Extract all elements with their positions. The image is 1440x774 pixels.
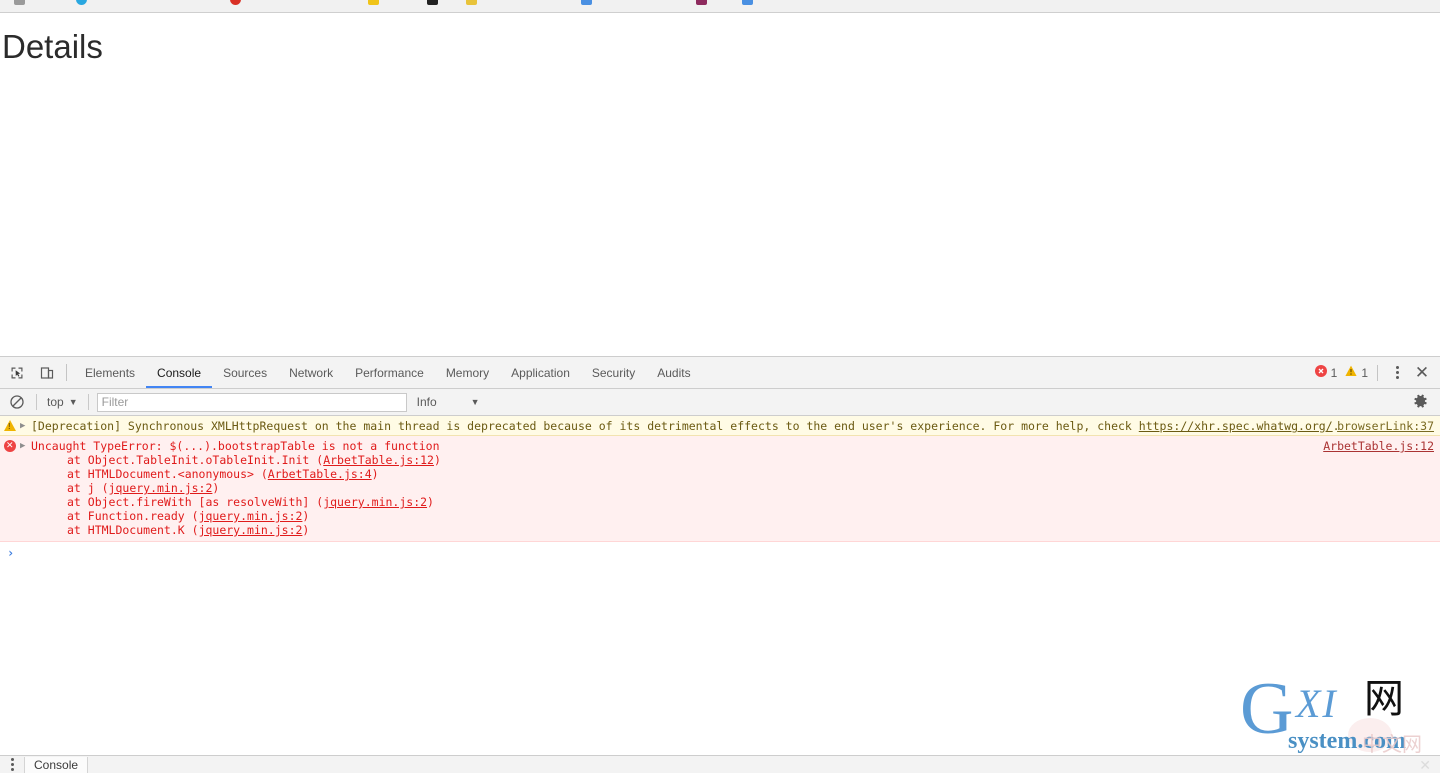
tab-elements[interactable]: Elements xyxy=(74,358,146,388)
console-message-warning[interactable]: ▶ [Deprecation] Synchronous XMLHttpReque… xyxy=(0,416,1440,436)
error-message-body: Uncaught TypeError: $(...).bootstrapTabl… xyxy=(31,438,1440,537)
stack-frame-fn: at HTMLDocument.<anonymous> ( xyxy=(67,467,268,481)
bookmark-icon-1[interactable] xyxy=(14,0,25,5)
error-count-value: 1 xyxy=(1330,365,1338,380)
devtools-panel: Elements Console Sources Network Perform… xyxy=(0,356,1440,756)
warning-icon xyxy=(1345,365,1357,380)
drawer-close-icon[interactable]: ✕ xyxy=(1419,758,1431,772)
error-icon xyxy=(1314,365,1327,380)
clear-console-icon[interactable] xyxy=(4,391,30,413)
close-icon[interactable]: ✕ xyxy=(1410,361,1434,385)
error-icon xyxy=(0,438,20,452)
stack-frame-fn: at j ( xyxy=(67,481,109,495)
warning-message-text: [Deprecation] Synchronous XMLHttpRequest… xyxy=(31,419,1440,433)
toolbar-divider-1 xyxy=(36,394,37,410)
tab-network[interactable]: Network xyxy=(278,358,344,388)
log-level-select[interactable]: Info ▼ xyxy=(417,395,480,409)
tab-audits[interactable]: Audits xyxy=(646,358,701,388)
warning-text-before-link: [Deprecation] Synchronous XMLHttpRequest… xyxy=(31,419,1139,433)
console-toolbar: top ▼ Info ▼ xyxy=(0,389,1440,416)
stack-frame-close: ) xyxy=(212,481,220,495)
gear-icon[interactable] xyxy=(1411,392,1430,411)
stack-frame-close: ) xyxy=(302,523,310,537)
bookmark-icon-5[interactable] xyxy=(427,0,438,5)
tab-security[interactable]: Security xyxy=(581,358,646,388)
stack-frame-fn: at Object.TableInit.oTableInit.Init ( xyxy=(67,453,324,467)
expand-arrow-icon[interactable]: ▶ xyxy=(20,418,31,432)
log-level-value: Info xyxy=(416,395,437,409)
toolbar-divider-2 xyxy=(87,394,89,410)
warning-icon xyxy=(0,418,20,431)
stack-frame-close: ) xyxy=(371,467,379,481)
device-toolbar-icon[interactable] xyxy=(34,361,60,385)
drawer-tab-console[interactable]: Console xyxy=(24,756,89,773)
tab-console[interactable]: Console xyxy=(146,358,212,388)
bookmark-icon-3[interactable] xyxy=(230,0,241,5)
more-options-icon[interactable] xyxy=(1386,361,1408,385)
bookmark-icon-6[interactable] xyxy=(466,0,477,5)
warning-spec-link[interactable]: https://xhr.spec.whatwg.org/ xyxy=(1139,419,1333,433)
tab-application[interactable]: Application xyxy=(500,358,581,388)
error-message-text: Uncaught TypeError: $(...).bootstrapTabl… xyxy=(31,439,440,453)
stack-frame: at Object.fireWith [as resolveWith] (jqu… xyxy=(31,495,1440,509)
tab-memory[interactable]: Memory xyxy=(435,358,500,388)
execution-context-value: top xyxy=(47,395,64,409)
drawer-more-options-icon[interactable] xyxy=(0,756,24,773)
bookmark-icon-4[interactable] xyxy=(368,0,379,5)
stack-frame-fn: at Function.ready ( xyxy=(67,509,199,523)
bookmark-icon-2[interactable] xyxy=(76,0,87,5)
chevron-down-icon-level: ▼ xyxy=(470,397,480,407)
stack-frame-location[interactable]: ArbetTable.js:12 xyxy=(323,453,434,467)
tab-performance[interactable]: Performance xyxy=(344,358,435,388)
chevron-down-icon: ▼ xyxy=(68,397,78,407)
error-count-badge[interactable]: 1 xyxy=(1312,365,1341,380)
devtools-tabbar: Elements Console Sources Network Perform… xyxy=(0,357,1440,389)
stack-frame-fn: at Object.fireWith [as resolveWith] ( xyxy=(67,495,324,509)
warning-source-link[interactable]: browserLink:37 xyxy=(1337,419,1434,433)
console-message-error[interactable]: ▶ Uncaught TypeError: $(...).bootstrapTa… xyxy=(0,436,1440,542)
bookmark-icon-9[interactable] xyxy=(742,0,753,5)
stack-frame: at HTMLDocument.<anonymous> (ArbetTable.… xyxy=(31,467,1440,481)
bookmark-icon-7[interactable] xyxy=(581,0,592,5)
stack-frame-location[interactable]: jquery.min.js:2 xyxy=(109,481,213,495)
browser-bookmarks-bar[interactable] xyxy=(0,0,1440,13)
error-stack-trace: at Object.TableInit.oTableInit.Init (Arb… xyxy=(31,453,1440,537)
stack-frame: at Object.TableInit.oTableInit.Init (Arb… xyxy=(31,453,1440,467)
page-content: Details xyxy=(0,13,1440,355)
bookmark-icon-8[interactable] xyxy=(696,0,707,5)
stack-frame: at j (jquery.min.js:2) xyxy=(31,481,1440,495)
warning-count-badge[interactable]: 1 xyxy=(1342,365,1371,380)
filter-input[interactable] xyxy=(96,392,407,412)
prompt-caret-icon: › xyxy=(7,546,15,560)
stack-frame-fn: at HTMLDocument.K ( xyxy=(67,523,199,537)
stack-frame: at Function.ready (jquery.min.js:2) xyxy=(31,509,1440,523)
console-message-list[interactable]: ▶ [Deprecation] Synchronous XMLHttpReque… xyxy=(0,416,1440,756)
tab-sources[interactable]: Sources xyxy=(212,358,278,388)
devtools-tabbar-actions: 1 1 ✕ xyxy=(1312,357,1434,388)
stack-frame-close: ) xyxy=(302,509,310,523)
stack-frame-close: ) xyxy=(433,453,441,467)
warning-message-body: [Deprecation] Synchronous XMLHttpRequest… xyxy=(31,418,1440,433)
stack-frame-location[interactable]: jquery.min.js:2 xyxy=(199,509,303,523)
stack-frame-location[interactable]: jquery.min.js:2 xyxy=(199,523,303,537)
devtools-drawer-bar: Console ✕ xyxy=(0,755,1440,773)
page-title: Details xyxy=(2,28,103,65)
actions-divider xyxy=(1377,364,1378,381)
stack-frame-location[interactable]: ArbetTable.js:4 xyxy=(268,467,372,481)
stack-frame: at HTMLDocument.K (jquery.min.js:2) xyxy=(31,523,1440,537)
inspect-element-icon[interactable] xyxy=(4,361,30,385)
tabbar-divider xyxy=(66,364,67,381)
execution-context-select[interactable]: top ▼ xyxy=(43,395,82,409)
warning-count-value: 1 xyxy=(1361,365,1368,380)
expand-arrow-icon-error[interactable]: ▶ xyxy=(20,438,31,452)
stack-frame-close: ) xyxy=(427,495,434,509)
error-source-link[interactable]: ArbetTable.js:12 xyxy=(1323,439,1434,453)
console-prompt[interactable]: › xyxy=(0,542,1440,564)
stack-frame-location[interactable]: jquery.min.js:2 xyxy=(323,495,427,509)
